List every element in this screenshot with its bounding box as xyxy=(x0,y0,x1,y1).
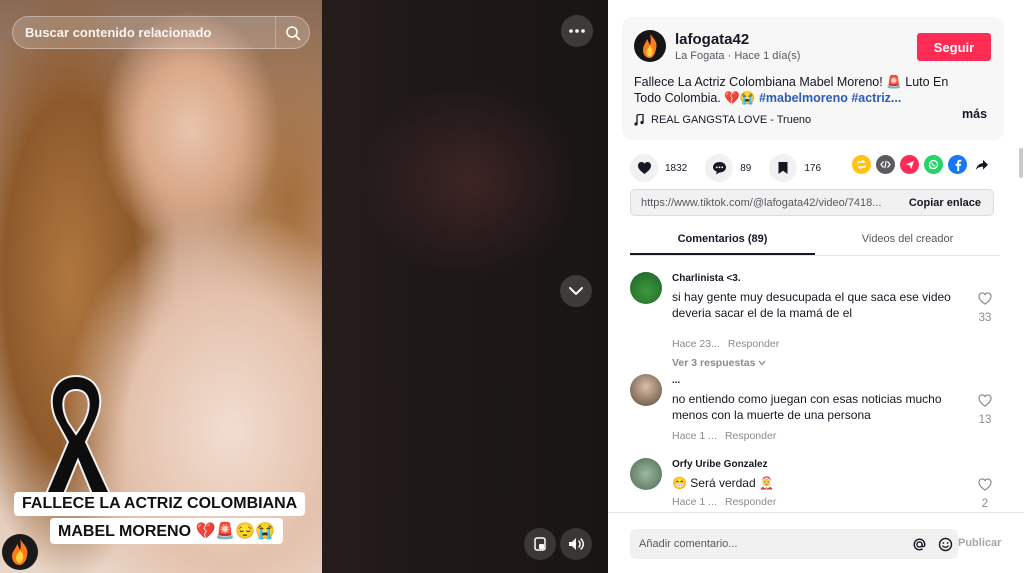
share-arrow-icon[interactable] xyxy=(972,155,991,174)
avatar[interactable] xyxy=(630,374,662,406)
music-note-icon xyxy=(634,114,644,126)
picture-in-picture-button[interactable] xyxy=(524,528,556,560)
bookmark-icon xyxy=(769,154,798,182)
action-bar: 1832 89 176 xyxy=(630,154,839,182)
search-input[interactable]: Buscar contenido relacionado xyxy=(12,16,310,49)
author-subline: La Fogata · Hace 1 día(s) xyxy=(675,50,801,62)
heart-outline-icon xyxy=(978,292,992,305)
like-count: 1832 xyxy=(665,162,688,174)
more-options-button[interactable] xyxy=(561,15,593,47)
video-blur xyxy=(360,80,580,280)
comment-text: no entiendo como juegan con esas noticia… xyxy=(672,392,942,422)
search-placeholder: Buscar contenido relacionado xyxy=(25,25,212,40)
comment-like-count: 2 xyxy=(981,498,989,510)
view-replies-label: Ver 3 respuestas xyxy=(672,357,756,369)
comment-time: Hace 1 ... xyxy=(672,430,717,442)
comment-like-count: 13 xyxy=(978,414,992,426)
comment-username[interactable]: ... xyxy=(672,375,680,386)
comment-list: Charlinista <3. si hay gente muy desucup… xyxy=(608,262,1018,512)
like-button[interactable]: 1832 xyxy=(630,154,687,182)
comment-text: 😁 Será verdad 🤶 xyxy=(672,476,774,490)
creator-watermark-logo xyxy=(2,534,38,570)
facebook-icon[interactable] xyxy=(948,155,967,174)
avatar[interactable] xyxy=(630,458,662,490)
flame-icon xyxy=(643,34,657,58)
video-link-url[interactable]: https://www.tiktok.com/@lafogata42/video… xyxy=(631,197,897,209)
chevron-down-icon xyxy=(758,360,766,366)
comment-count: 89 xyxy=(740,162,752,174)
comment-placeholder: Añadir comentario... xyxy=(639,538,738,550)
heart-outline-icon xyxy=(978,478,992,491)
comment-username[interactable]: Charlinista <3. xyxy=(672,273,741,284)
comment-meta: Hace 1 ... Responder xyxy=(672,496,776,508)
send-icon[interactable] xyxy=(900,155,919,174)
comment-meta: Hace 1 ... Responder xyxy=(672,430,776,442)
whatsapp-icon[interactable] xyxy=(924,155,943,174)
more-dots-icon xyxy=(569,29,585,33)
comment-username[interactable]: Orfy Uribe Gonzalez xyxy=(672,459,768,470)
comment-input[interactable]: Añadir comentario... xyxy=(630,529,958,559)
comment-like-count: 33 xyxy=(978,312,992,324)
expand-description-link[interactable]: más xyxy=(962,107,987,121)
follow-button[interactable]: Seguir xyxy=(917,33,991,61)
post-description: Fallece La Actriz Colombiana Mabel Moren… xyxy=(634,74,959,106)
share-options xyxy=(852,155,991,174)
comment-button[interactable]: 89 xyxy=(705,154,751,182)
video-link-box: https://www.tiktok.com/@lafogata42/video… xyxy=(630,189,994,216)
music-link[interactable]: REAL GANGSTA LOVE - Trueno xyxy=(634,114,811,126)
volume-button[interactable] xyxy=(560,528,592,560)
repost-icon[interactable] xyxy=(852,155,871,174)
video-player[interactable]: FALLECE LA ACTRIZ COLOMBIANA MABEL MOREN… xyxy=(0,0,608,573)
comment-tabs: Comentarios (89) Videos del creador xyxy=(630,228,1000,256)
comment-item: Charlinista <3. si hay gente muy desucup… xyxy=(630,272,1000,372)
tab-creator-videos[interactable]: Videos del creador xyxy=(815,228,1000,255)
music-title: REAL GANGSTA LOVE - Trueno xyxy=(651,114,812,126)
search-icon[interactable] xyxy=(275,16,309,49)
author-username[interactable]: lafogata42 xyxy=(675,31,749,48)
post-time: Hace 1 día(s) xyxy=(734,50,801,62)
avatar[interactable] xyxy=(630,272,662,304)
volume-icon xyxy=(569,538,584,550)
embed-icon[interactable] xyxy=(876,155,895,174)
next-video-button[interactable] xyxy=(560,275,592,307)
comment-meta: Hace 23... Responder xyxy=(672,338,779,350)
copy-link-button[interactable]: Copiar enlace xyxy=(897,197,993,209)
comment-icon xyxy=(705,154,734,182)
emoji-icon[interactable] xyxy=(932,529,958,559)
view-replies-button[interactable]: Ver 3 respuestas xyxy=(672,357,766,369)
mention-icon[interactable] xyxy=(906,529,932,559)
details-panel: lafogata42 La Fogata · Hace 1 día(s) Seg… xyxy=(608,0,1024,573)
flame-icon xyxy=(12,539,28,565)
comment-item: Orfy Uribe Gonzalez 😁 Será verdad 🤶 Hace… xyxy=(630,458,1000,512)
panel-scrollbar[interactable] xyxy=(1019,148,1023,178)
heart-icon xyxy=(630,154,658,182)
heart-outline-icon xyxy=(978,394,992,407)
post-info-card: lafogata42 La Fogata · Hace 1 día(s) Seg… xyxy=(622,17,1004,140)
caption-line-2: MABEL MORENO 💔🚨😔😭 xyxy=(50,518,284,544)
hashtags-link[interactable]: #mabelmoreno #actriz... xyxy=(759,91,901,105)
save-count: 176 xyxy=(804,162,822,174)
avatar[interactable] xyxy=(634,30,666,62)
comment-item: ... no entiendo como juegan con esas not… xyxy=(630,374,1000,464)
save-button[interactable]: 176 xyxy=(769,154,821,182)
chevron-down-icon xyxy=(569,287,583,295)
comment-text: si hay gente muy desucupada el que saca … xyxy=(672,290,951,320)
reply-button[interactable]: Responder xyxy=(725,496,776,508)
publish-button[interactable]: Publicar xyxy=(958,537,1001,549)
caption-line-1: FALLECE LA ACTRIZ COLOMBIANA xyxy=(14,492,306,516)
comment-composer: Añadir comentario... Publicar xyxy=(608,512,1024,573)
comment-time: Hace 1 ... xyxy=(672,496,717,508)
comment-like-button[interactable]: 13 xyxy=(974,394,996,426)
author-display-name: La Fogata xyxy=(675,50,725,62)
comment-time: Hace 23... xyxy=(672,338,720,350)
video-caption: FALLECE LA ACTRIZ COLOMBIANA MABEL MOREN… xyxy=(14,492,306,544)
video-frame: FALLECE LA ACTRIZ COLOMBIANA MABEL MOREN… xyxy=(0,0,322,573)
reply-button[interactable]: Responder xyxy=(728,338,779,350)
comment-like-button[interactable]: 2 xyxy=(974,478,996,510)
pip-icon xyxy=(534,537,546,551)
tab-comments[interactable]: Comentarios (89) xyxy=(630,228,815,255)
comment-like-button[interactable]: 33 xyxy=(974,292,996,324)
reply-button[interactable]: Responder xyxy=(725,430,776,442)
mourning-ribbon-icon xyxy=(44,374,112,495)
